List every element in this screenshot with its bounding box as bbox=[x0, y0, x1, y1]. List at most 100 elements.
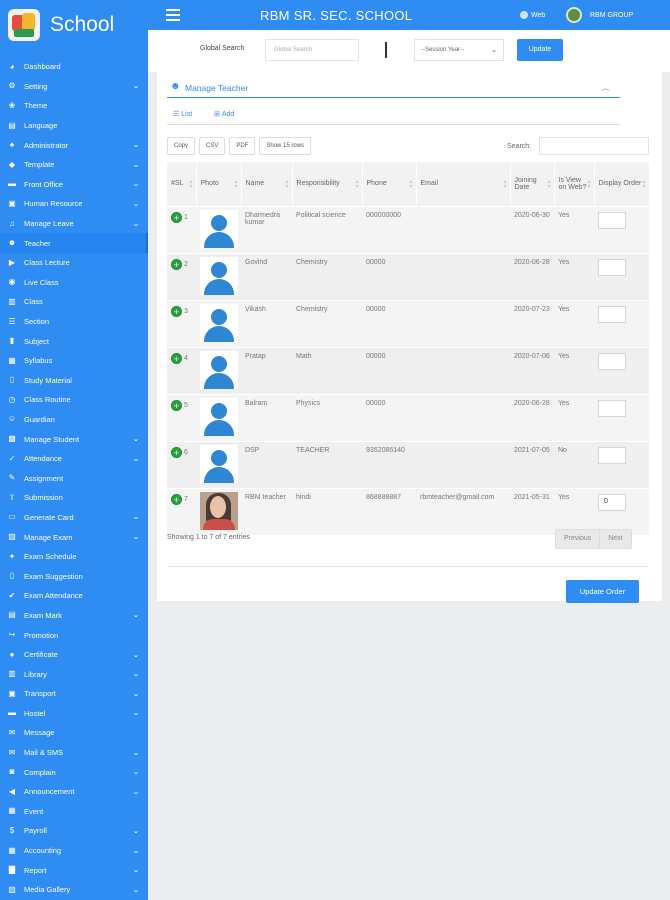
sidebar-item-setting[interactable]: ⚙ Setting ⌄ bbox=[0, 77, 148, 97]
sidebar-item-dashboard[interactable]: ◕ Dashboard bbox=[0, 57, 148, 77]
collapse-icon[interactable]: ︿ bbox=[601, 83, 610, 92]
sidebar-item-live-class[interactable]: ◉ Live Class bbox=[0, 273, 148, 293]
sidebar-item-assignment[interactable]: ✎ Assignment bbox=[0, 468, 148, 488]
sidebar-item-mail-sms[interactable]: ✉ Mail & SMS ⌄ bbox=[0, 743, 148, 763]
column-header[interactable]: Email ▴ ▾ bbox=[416, 162, 511, 206]
column-header[interactable]: Is View on Web? ▴ ▾ bbox=[554, 162, 595, 206]
sidebar-item-payroll[interactable]: $ Payroll ⌄ bbox=[0, 821, 148, 841]
expand-row-icon[interactable]: + bbox=[171, 305, 182, 317]
sidebar-item-human-resource[interactable]: ▣ Human Resource ⌄ bbox=[0, 194, 148, 214]
expand-row-icon[interactable]: + bbox=[171, 352, 182, 364]
table-header-row: #SL ▴ ▾ Photo ▴ ▾ Name ▴ ▾ Responsibility ▴ ▾ Ph… bbox=[167, 162, 650, 206]
previous-button[interactable]: Previous bbox=[556, 530, 600, 548]
gallery-icon: ▨ bbox=[8, 884, 16, 894]
copy-button[interactable]: Copy bbox=[167, 137, 196, 155]
column-header[interactable]: Name ▴ ▾ bbox=[241, 162, 293, 206]
expand-row-icon[interactable]: + bbox=[171, 446, 182, 458]
section-icon: ☰ bbox=[8, 316, 16, 326]
sidebar-item-exam-mark[interactable]: ▤ Exam Mark ⌄ bbox=[0, 606, 148, 626]
sidebar-item-label: Certificate bbox=[24, 650, 58, 660]
sidebar-item-manage-exam[interactable]: ▧ Manage Exam ⌄ bbox=[0, 527, 148, 547]
brand[interactable]: School bbox=[0, 0, 148, 50]
sidebar-item-class-routine[interactable]: ◷ Class Routine bbox=[0, 390, 148, 410]
sidebar-item-class-lecture[interactable]: ▶ Class Lecture bbox=[0, 253, 148, 273]
column-header[interactable]: Display Order ▴ ▾ bbox=[594, 162, 650, 206]
sidebar-item-syllabus[interactable]: ▦ Syllabus bbox=[0, 351, 148, 371]
menu-toggle-icon[interactable] bbox=[166, 9, 180, 21]
chevron-down-icon: ⌄ bbox=[131, 534, 141, 542]
update-button[interactable]: Update bbox=[517, 39, 563, 61]
sidebar-item-language[interactable]: ▤ Language bbox=[0, 116, 148, 136]
expand-row-icon[interactable]: + bbox=[171, 258, 182, 270]
sidebar-item-subject[interactable]: ▮ Subject bbox=[0, 331, 148, 351]
sidebar-item-label: Class bbox=[24, 297, 43, 307]
sidebar-item-event[interactable]: ▦ Event bbox=[0, 802, 148, 822]
sidebar-item-teacher[interactable]: ☻ Teacher bbox=[0, 233, 148, 253]
sidebar-item-exam-attendance[interactable]: ✔ Exam Attendance bbox=[0, 586, 148, 606]
sidebar-item-administrator[interactable]: ♠ Administrator ⌄ bbox=[0, 135, 148, 155]
expand-row-icon[interactable]: + bbox=[171, 399, 182, 411]
table-row: +2 Govind Chemistry 00000 2020-06-28 Yes bbox=[167, 252, 649, 300]
column-header[interactable]: Responsibility ▴ ▾ bbox=[292, 162, 363, 206]
column-header[interactable]: Photo ▴ ▾ bbox=[196, 162, 242, 206]
sidebar-item-message[interactable]: ✉ Message bbox=[0, 723, 148, 743]
sidebar-item-class[interactable]: ▥ Class bbox=[0, 292, 148, 312]
sidebar-item-hostel[interactable]: ▬ Hostel ⌄ bbox=[0, 704, 148, 724]
phone-cell: 868888887 bbox=[362, 487, 416, 535]
sidebar-item-label: Exam Attendance bbox=[24, 591, 83, 601]
sidebar-item-certificate[interactable]: ● Certificate ⌄ bbox=[0, 645, 148, 665]
check-circle-icon: ✓ bbox=[8, 453, 16, 463]
sidebar-item-complain[interactable]: ◙ Complain ⌄ bbox=[0, 762, 148, 782]
sidebar-item-accounting[interactable]: ▦ Accounting ⌄ bbox=[0, 841, 148, 861]
sidebar-item-submission[interactable]: ⇪ Submission bbox=[0, 488, 148, 508]
display-order-input[interactable] bbox=[598, 399, 626, 417]
sidebar-item-transport[interactable]: ▣ Transport ⌄ bbox=[0, 684, 148, 704]
sidebar-item-study-material[interactable]: ▯ Study Material bbox=[0, 371, 148, 391]
sidebar-item-manage-student[interactable]: ▩ Manage Student ⌄ bbox=[0, 429, 148, 449]
column-header[interactable]: Phone ▴ ▾ bbox=[362, 162, 417, 206]
web-link[interactable]: Web bbox=[520, 11, 545, 19]
sidebar-item-theme[interactable]: ❀ Theme bbox=[0, 96, 148, 116]
sidebar-item-media-gallery[interactable]: ▨ Media Gallery ⌄ bbox=[0, 880, 148, 900]
sidebar-item-section[interactable]: ☰ Section bbox=[0, 312, 148, 332]
column-header[interactable]: Joining Date ▴ ▾ bbox=[510, 162, 555, 206]
display-order-input[interactable] bbox=[598, 305, 626, 323]
display-order-input[interactable] bbox=[598, 352, 626, 370]
sidebar-item-library[interactable]: ▥ Library ⌄ bbox=[0, 664, 148, 684]
session-year-select[interactable]: --Session Year-- ⌄ bbox=[414, 39, 504, 61]
expand-row-icon[interactable]: + bbox=[171, 493, 182, 505]
global-search-label: Global Search bbox=[200, 45, 245, 52]
sidebar-item-guardian[interactable]: ☺ Guardian bbox=[0, 410, 148, 430]
display-order-input[interactable] bbox=[598, 211, 626, 229]
display-order-input[interactable] bbox=[598, 446, 626, 464]
display-order-input[interactable]: 0 bbox=[598, 493, 626, 511]
display-order-input[interactable] bbox=[598, 258, 626, 276]
sidebar-item-promotion[interactable]: ↪ Promotion bbox=[0, 625, 148, 645]
calculator-icon: ▦ bbox=[8, 845, 16, 855]
phone-cell: 00000 bbox=[362, 346, 416, 394]
sidebar-item-announcement[interactable]: ◀ Announcement ⌄ bbox=[0, 782, 148, 802]
sidebar-item-report[interactable]: ▇ Report ⌄ bbox=[0, 860, 148, 880]
sidebar-item-manage-leave[interactable]: ♫ Manage Leave ⌄ bbox=[0, 214, 148, 234]
csv-button[interactable]: CSV bbox=[199, 137, 226, 155]
table-search-input[interactable] bbox=[539, 137, 649, 155]
exam-icon: ▧ bbox=[8, 532, 16, 542]
email-cell bbox=[416, 440, 510, 488]
next-button[interactable]: Next bbox=[599, 530, 631, 548]
page-length-button[interactable]: Show 15 rows bbox=[259, 137, 312, 155]
column-header[interactable]: #SL ▴ ▾ bbox=[167, 162, 197, 206]
expand-row-icon[interactable]: + bbox=[171, 211, 182, 223]
pdf-button[interactable]: PDF bbox=[229, 137, 256, 155]
sidebar-item-attendance[interactable]: ✓ Attendance ⌄ bbox=[0, 449, 148, 469]
sidebar-item-generate-card[interactable]: ▭ Generate Card ⌄ bbox=[0, 508, 148, 528]
user-menu[interactable]: RBM GROUP bbox=[566, 7, 633, 23]
sidebar-item-exam-schedule[interactable]: ✦ Exam Schedule bbox=[0, 547, 148, 567]
global-search-input[interactable]: Global Search bbox=[265, 39, 359, 61]
update-order-button[interactable]: Update Order bbox=[566, 580, 639, 603]
sidebar-item-front-office[interactable]: ▬ Front Office ⌄ bbox=[0, 175, 148, 195]
sidebar-item-exam-suggestion[interactable]: ▯ Exam Suggestion bbox=[0, 566, 148, 586]
sidebar-item-template[interactable]: ◆ Template ⌄ bbox=[0, 155, 148, 175]
tab-list[interactable]: ☰ List bbox=[173, 110, 192, 119]
sidebar-item-label: Theme bbox=[24, 101, 48, 111]
tab-add[interactable]: ⊞ Add bbox=[214, 110, 234, 119]
